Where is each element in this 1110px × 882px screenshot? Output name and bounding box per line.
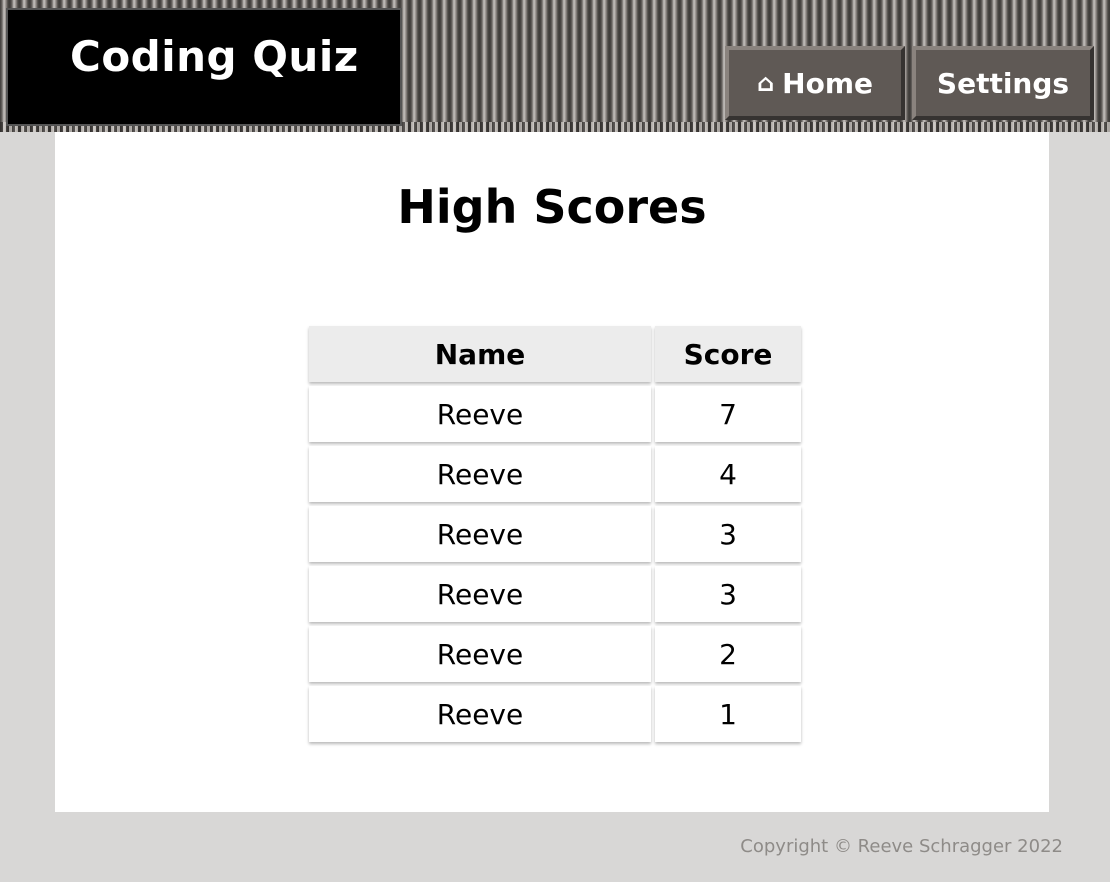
row-name-cell: Reeve [309,386,651,442]
row-score-cell: 3 [655,566,801,622]
house-icon: ⌂ [756,69,775,97]
row-score-cell: 4 [655,446,801,502]
column-header-score: Score [655,326,801,382]
row-name-cell: Reeve [309,686,651,742]
table-row: Reeve 7 [309,386,801,442]
column-header-name: Name [309,326,651,382]
table-row: Reeve 4 [309,446,801,502]
table-header-row: Name Score [309,326,801,382]
copyright-footer: Copyright © Reeve Schragger 2022 [740,836,1063,857]
table-row: Reeve 2 [309,626,801,682]
row-score-cell: 2 [655,626,801,682]
settings-button[interactable]: Settings [912,46,1094,120]
home-button-label: Home [782,66,874,100]
site-header: Coding Quiz ⌂ Home Settings [0,0,1110,132]
main-panel: High Scores Name Score Reeve 7 Reeve 4 R… [55,132,1049,812]
brand-block: Coding Quiz [8,10,400,124]
row-score-cell: 7 [655,386,801,442]
table-row: Reeve 3 [309,566,801,622]
row-name-cell: Reeve [309,506,651,562]
site-title: Coding Quiz [70,32,359,81]
high-scores-table: Name Score Reeve 7 Reeve 4 Reeve 3 Reeve… [305,322,805,746]
page-title: High Scores [397,180,707,234]
settings-button-label: Settings [936,66,1070,100]
row-name-cell: Reeve [309,626,651,682]
table-row: Reeve 1 [309,686,801,742]
home-button[interactable]: ⌂ Home [725,46,905,120]
table-row: Reeve 3 [309,506,801,562]
row-name-cell: Reeve [309,566,651,622]
row-score-cell: 1 [655,686,801,742]
row-name-cell: Reeve [309,446,651,502]
row-score-cell: 3 [655,506,801,562]
